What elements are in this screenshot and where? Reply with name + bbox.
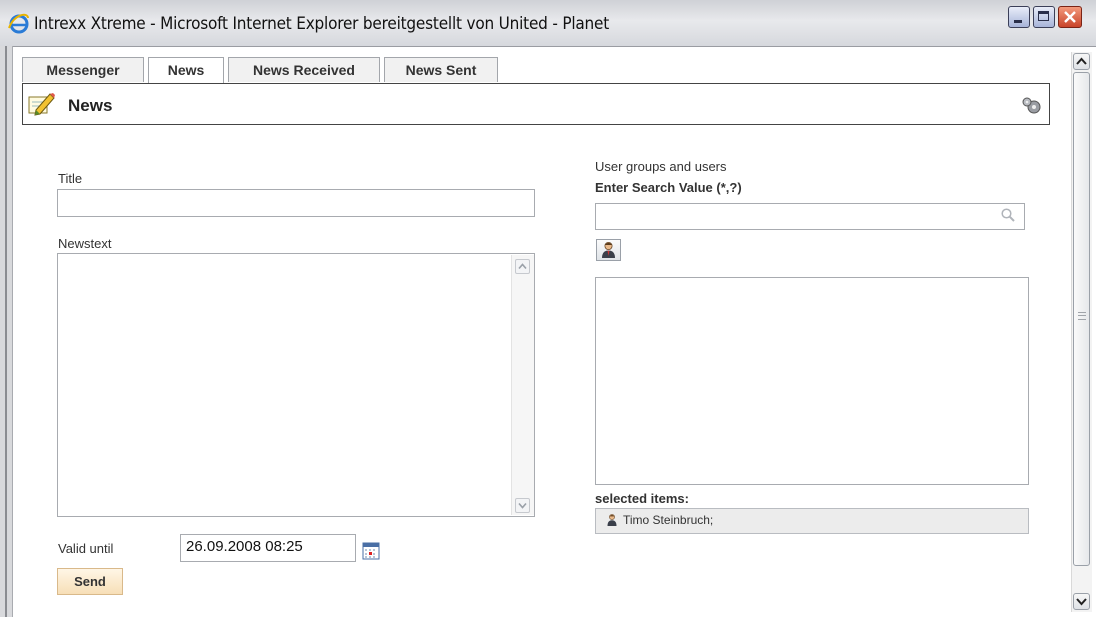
user-icon (602, 242, 615, 258)
pencil-note-icon (28, 93, 55, 116)
tab-news-sent[interactable]: News Sent (384, 57, 498, 82)
send-button[interactable]: Send (57, 568, 123, 595)
chevron-down-icon (518, 502, 527, 509)
title-input[interactable] (57, 189, 535, 217)
scroll-up-button[interactable] (1073, 53, 1090, 70)
valid-until-input[interactable]: 26.09.2008 08:25 (180, 534, 356, 562)
search-input[interactable] (595, 203, 1025, 230)
title-label: Title (58, 171, 83, 186)
window-title: Intrexx Xtreme - Microsoft Internet Expl… (34, 14, 610, 34)
search-icon[interactable] (1000, 207, 1016, 223)
maximize-button[interactable] (1033, 6, 1055, 28)
minimize-button[interactable] (1008, 6, 1030, 28)
close-icon (1064, 11, 1076, 23)
users-list[interactable] (595, 277, 1029, 485)
tab-news[interactable]: News (148, 57, 224, 83)
newstext-textarea[interactable] (57, 253, 535, 517)
window-left-border (0, 46, 13, 617)
page-scrollbar[interactable] (1071, 52, 1092, 612)
newstext-scrollbar[interactable] (511, 255, 534, 515)
page-header (22, 83, 1050, 125)
search-label: Enter Search Value (*,?) (595, 180, 742, 195)
selected-items-label: selected items: (595, 491, 689, 506)
calendar-icon[interactable] (362, 542, 380, 560)
gear-icon[interactable] (1021, 95, 1043, 117)
textarea-scroll-up[interactable] (515, 259, 530, 274)
internet-explorer-icon (8, 13, 29, 34)
scroll-thumb[interactable] (1073, 72, 1090, 566)
selected-user-name[interactable]: Timo Steinbruch; (623, 513, 713, 527)
tab-news-received[interactable]: News Received (228, 57, 380, 82)
close-button[interactable] (1058, 6, 1082, 28)
user-groups-heading: User groups and users (595, 159, 727, 174)
newstext-label: Newstext (58, 236, 112, 251)
chevron-up-icon (1076, 57, 1087, 65)
scroll-down-button[interactable] (1073, 593, 1090, 610)
user-icon (607, 514, 617, 526)
tab-messenger[interactable]: Messenger (22, 57, 144, 82)
chevron-down-icon (1076, 598, 1087, 606)
chevron-up-icon (518, 263, 527, 270)
page-title: News (68, 96, 113, 115)
valid-until-label: Valid until (58, 541, 114, 556)
grip-icon (1078, 312, 1086, 320)
textarea-scroll-down[interactable] (515, 498, 530, 513)
user-select-button[interactable] (596, 239, 621, 261)
